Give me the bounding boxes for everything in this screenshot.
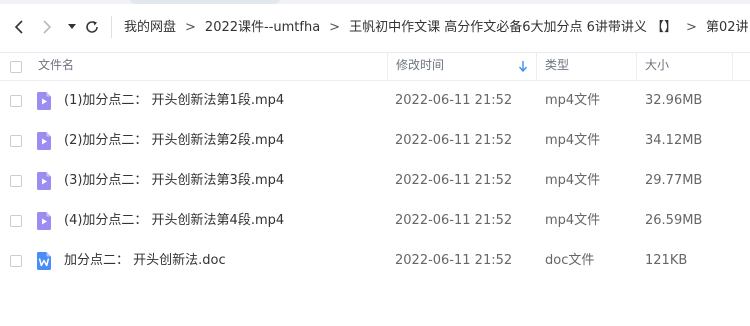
video-file-icon bbox=[37, 132, 51, 150]
file-size: 26.59MB bbox=[645, 213, 703, 228]
file-type: doc文件 bbox=[545, 253, 595, 268]
file-name[interactable]: (4)加分点二： 开头创新法第4段.mp4 bbox=[64, 201, 284, 241]
row-checkbox[interactable] bbox=[10, 135, 22, 147]
file-size: 34.12MB bbox=[645, 133, 703, 148]
caret-down-icon bbox=[68, 24, 76, 29]
column-header-size[interactable]: 大小 bbox=[636, 53, 732, 80]
row-checkbox[interactable] bbox=[10, 175, 22, 187]
file-size: 32.96MB bbox=[645, 93, 703, 108]
select-all-checkbox[interactable] bbox=[10, 61, 22, 73]
breadcrumb-item-root[interactable]: 我的网盘 bbox=[124, 18, 176, 38]
tab-strip bbox=[130, 0, 280, 4]
file-modified: 2022-06-11 21:52 bbox=[395, 173, 513, 188]
table-row[interactable]: (1)加分点二： 开头创新法第1段.mp4 2022-06-11 21:52 m… bbox=[0, 81, 750, 121]
breadcrumb-separator: > bbox=[185, 20, 196, 35]
refresh-button[interactable] bbox=[83, 17, 101, 37]
table-header: 文件名 修改时间 类型 大小 bbox=[0, 53, 750, 81]
file-list: (1)加分点二： 开头创新法第1段.mp4 2022-06-11 21:52 m… bbox=[0, 81, 750, 281]
file-type: mp4文件 bbox=[545, 173, 601, 188]
file-modified: 2022-06-11 21:52 bbox=[395, 253, 513, 268]
breadcrumb-separator: > bbox=[686, 20, 697, 35]
video-file-icon bbox=[37, 212, 51, 230]
breadcrumb: 我的网盘 >2022课件--umtfha > 王帆初中作文课 高分作文必备6大加分点 … bbox=[124, 18, 750, 38]
file-name[interactable]: (2)加分点二： 开头创新法第2段.mp4 bbox=[64, 121, 284, 161]
file-type: mp4文件 bbox=[545, 213, 601, 228]
file-size: 29.77MB bbox=[645, 173, 703, 188]
file-type: mp4文件 bbox=[545, 93, 601, 108]
video-file-icon bbox=[37, 172, 51, 190]
word-file-icon bbox=[37, 252, 51, 270]
column-header-type[interactable]: 类型 bbox=[536, 53, 636, 80]
table-row[interactable]: 加分点二： 开头创新法.doc 2022-06-11 21:52 doc文件 1… bbox=[0, 241, 750, 281]
file-name[interactable]: 加分点二： 开头创新法.doc bbox=[64, 241, 226, 281]
toolbar-divider bbox=[111, 16, 112, 38]
file-name[interactable]: (1)加分点二： 开头创新法第1段.mp4 bbox=[64, 81, 284, 121]
chevron-left-icon bbox=[14, 20, 23, 34]
breadcrumb-separator: > bbox=[329, 20, 341, 35]
column-header-extra bbox=[732, 53, 750, 80]
breadcrumb-item-current[interactable]: 第02讲 加分点二： bbox=[706, 18, 750, 38]
back-button[interactable] bbox=[10, 17, 28, 37]
row-checkbox[interactable] bbox=[10, 215, 22, 227]
top-toolbar: 我的网盘 >2022课件--umtfha > 王帆初中作文课 高分作文必备6大加分点 … bbox=[0, 0, 750, 53]
table-row[interactable]: (2)加分点二： 开头创新法第2段.mp4 2022-06-11 21:52 m… bbox=[0, 121, 750, 161]
breadcrumb-item-course[interactable]: 2022课件--umtfha bbox=[205, 18, 320, 38]
file-type: mp4文件 bbox=[545, 133, 601, 148]
table-row[interactable]: (3)加分点二： 开头创新法第3段.mp4 2022-06-11 21:52 m… bbox=[0, 161, 750, 201]
sort-down-arrow-icon bbox=[519, 61, 527, 72]
column-header-modified-label: 修改时间 bbox=[396, 58, 445, 72]
file-modified: 2022-06-11 21:52 bbox=[395, 133, 513, 148]
file-modified: 2022-06-11 21:52 bbox=[395, 213, 513, 228]
file-name[interactable]: (3)加分点二： 开头创新法第3段.mp4 bbox=[64, 161, 284, 201]
column-header-modified[interactable]: 修改时间 bbox=[387, 53, 536, 80]
breadcrumb-item-series[interactable]: 王帆初中作文课 高分作文必备6大加分点 6讲带讲义 【】 bbox=[349, 18, 677, 38]
column-header-name[interactable]: 文件名 bbox=[30, 53, 387, 80]
file-modified: 2022-06-11 21:52 bbox=[395, 93, 513, 108]
video-file-icon bbox=[37, 92, 51, 110]
window-edge bbox=[0, 0, 750, 4]
refresh-icon bbox=[86, 21, 98, 33]
file-size: 121KB bbox=[645, 253, 688, 268]
history-dropdown-button[interactable] bbox=[63, 17, 81, 37]
forward-button[interactable] bbox=[38, 17, 56, 37]
table-row[interactable]: (4)加分点二： 开头创新法第4段.mp4 2022-06-11 21:52 m… bbox=[0, 201, 750, 241]
chevron-right-icon bbox=[43, 20, 52, 34]
row-checkbox[interactable] bbox=[10, 255, 22, 267]
row-checkbox[interactable] bbox=[10, 95, 22, 107]
